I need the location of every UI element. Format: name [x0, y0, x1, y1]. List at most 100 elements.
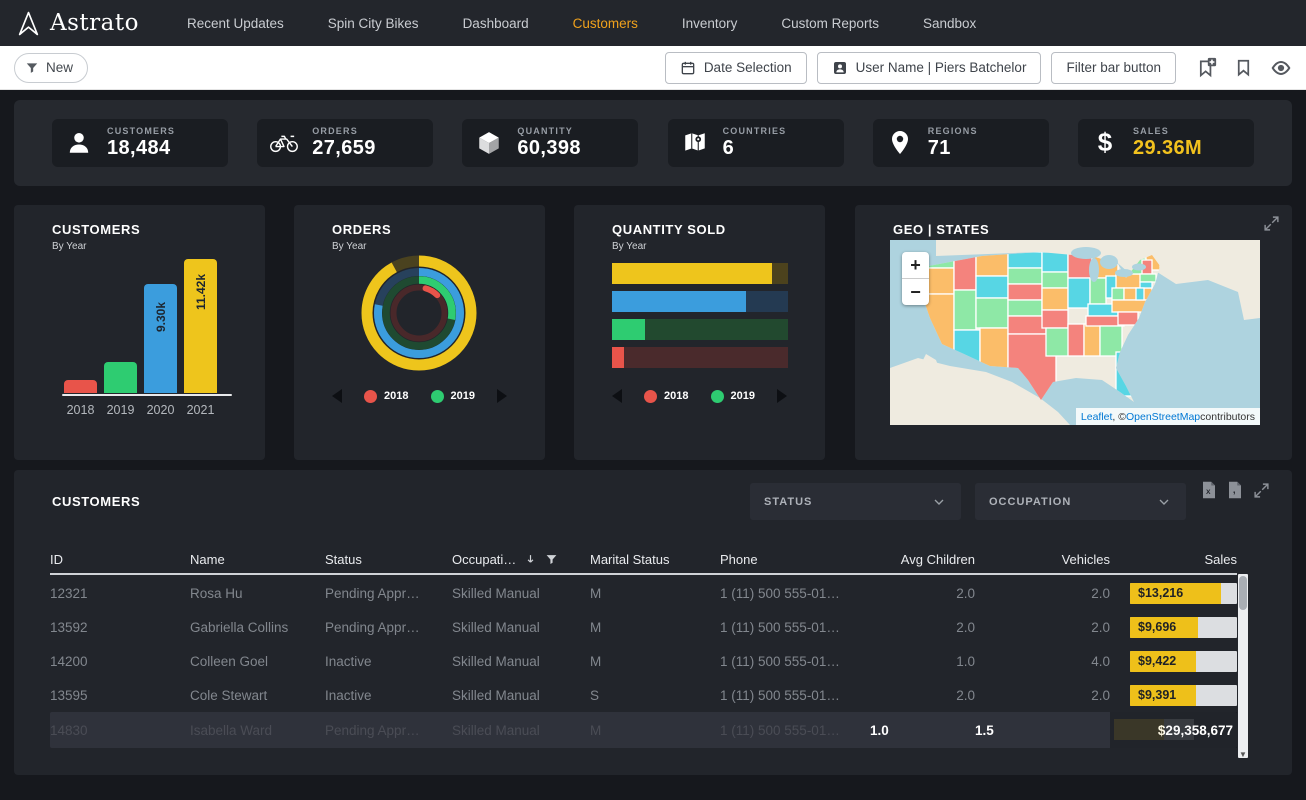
nav-item-customers[interactable]: Customers — [573, 16, 638, 31]
new-filter-button[interactable]: New — [14, 53, 88, 83]
sort-desc-icon[interactable] — [524, 553, 537, 566]
kpi-card-countries[interactable]: COUNTRIES6 — [668, 119, 844, 167]
brand[interactable]: Astrato — [16, 10, 139, 36]
cell-id: 13592 — [50, 620, 190, 635]
date-selection-label: Date Selection — [704, 60, 792, 75]
user-name-button[interactable]: User Name | Piers Batchelor — [817, 52, 1042, 84]
legend-item-2018[interactable]: 2018 — [644, 390, 688, 403]
dollar-icon: $ — [1090, 128, 1120, 158]
hbar-2021[interactable] — [612, 263, 788, 284]
leaflet-map[interactable]: + − Leaflet, © OpenStreetMap contributor… — [890, 240, 1260, 425]
table-scrollbar[interactable]: ▼ — [1238, 574, 1248, 758]
legend-dot — [364, 390, 377, 403]
column-header-marital-status[interactable]: Marital Status — [590, 552, 720, 567]
occupation-dropdown[interactable]: OCCUPATION — [975, 483, 1186, 520]
bar-2018[interactable] — [64, 380, 97, 393]
cell-avg-children: 2.0 — [870, 620, 975, 635]
column-header-label: Occupati… — [452, 552, 516, 567]
column-header-id[interactable]: ID — [50, 552, 190, 567]
legend-label: 2019 — [451, 390, 475, 402]
column-header-name[interactable]: Name — [190, 552, 325, 567]
bar-2020[interactable]: 9.30k — [144, 284, 177, 393]
kpi-card-regions[interactable]: REGIONS71 — [873, 119, 1049, 167]
bookmark-icon[interactable] — [1234, 58, 1253, 77]
filter-icon — [25, 61, 39, 75]
kpi-panel: CUSTOMERS18,484 ORDERS27,659 QUANTITY60,39… — [14, 100, 1292, 186]
nav-item-custom-reports[interactable]: Custom Reports — [781, 16, 879, 31]
legend-item-2018[interactable]: 2018 — [364, 390, 408, 403]
sales-value: $9,391 — [1138, 685, 1176, 706]
nav-item-spin-city-bikes[interactable]: Spin City Bikes — [328, 16, 419, 31]
new-filter-label: New — [46, 60, 73, 75]
kpi-card-sales[interactable]: $SALES29.36M — [1078, 119, 1254, 167]
cell-occupation: Skilled Manual — [452, 586, 590, 601]
zoom-out-button[interactable]: − — [902, 279, 929, 305]
cell-phone: 1 (11) 500 555-01… — [720, 586, 870, 601]
hbar-2020[interactable] — [612, 291, 788, 312]
cell-id: 13595 — [50, 688, 190, 703]
column-header-status[interactable]: Status — [325, 552, 452, 567]
hbar-2019[interactable] — [612, 319, 788, 340]
cell-occupation: Skilled Manual — [452, 620, 590, 635]
table-row[interactable]: 12321Rosa HuPending Appr…Skilled ManualM… — [50, 576, 1237, 610]
legend-item-2019[interactable]: 2019 — [711, 390, 755, 403]
legend-item-2019[interactable]: 2019 — [431, 390, 475, 403]
next-year-button[interactable] — [497, 389, 507, 403]
export-csv-icon[interactable]: , — [1227, 481, 1243, 499]
column-header-phone[interactable]: Phone — [720, 552, 870, 567]
nav-items: Recent Updates Spin City Bikes Dashboard Cu… — [187, 16, 976, 31]
export-excel-icon[interactable]: X — [1201, 481, 1217, 499]
kpi-card-customers[interactable]: CUSTOMERS18,484 — [52, 119, 228, 167]
bookmark-plus-icon[interactable] — [1196, 57, 1217, 78]
cell-vehicles: 2.0 — [975, 586, 1110, 601]
prev-year-button[interactable] — [332, 389, 342, 403]
zoom-in-button[interactable]: + — [902, 252, 929, 279]
bar-2021[interactable]: 11.42k — [184, 259, 217, 393]
hbar-fill-2021 — [612, 263, 772, 284]
geo-title: GEO | STATES — [893, 222, 989, 237]
expand-icon[interactable] — [1253, 482, 1270, 499]
cell-avg-children: 2.0 — [870, 586, 975, 601]
bar-2019[interactable] — [104, 362, 137, 393]
nav-item-dashboard[interactable]: Dashboard — [463, 16, 529, 31]
cell-phone: 1 (11) 500 555-01… — [720, 654, 870, 669]
kpi-value: 6 — [723, 137, 787, 160]
cell-status: Inactive — [325, 654, 452, 669]
scrollbar-thumb[interactable] — [1239, 576, 1247, 610]
filter-bar-label: Filter bar button — [1066, 60, 1161, 75]
bar-value-label: 11.42k — [194, 274, 208, 310]
nav-item-inventory[interactable]: Inventory — [682, 16, 738, 31]
orders-chart-panel: ORDERS By Year 20182019 — [294, 205, 545, 460]
column-header-avg-children[interactable]: Avg Children — [870, 552, 975, 567]
column-header-vehicles[interactable]: Vehicles — [975, 552, 1110, 567]
column-header-occupati-[interactable]: Occupati… — [452, 552, 590, 567]
kpi-card-orders[interactable]: ORDERS27,659 — [257, 119, 433, 167]
kpi-value: 18,484 — [107, 137, 175, 160]
osm-link[interactable]: OpenStreetMap — [1126, 411, 1200, 423]
prev-year-button[interactable] — [612, 389, 622, 403]
expand-icon[interactable] — [1263, 215, 1280, 232]
column-header-sales[interactable]: Sales — [1110, 552, 1237, 567]
kpi-card-quantity[interactable]: QUANTITY60,398 — [462, 119, 638, 167]
eye-icon[interactable] — [1270, 57, 1292, 79]
scrollbar-down-arrow[interactable]: ▼ — [1238, 750, 1248, 759]
leaflet-link[interactable]: Leaflet — [1081, 411, 1113, 423]
legend-dot — [711, 390, 724, 403]
next-year-button[interactable] — [777, 389, 787, 403]
svg-text:,: , — [1233, 485, 1236, 496]
cell-status: Pending Appr… — [325, 586, 452, 601]
table-row[interactable]: 13595Cole StewartInactiveSkilled ManualS… — [50, 678, 1237, 712]
filter-icon[interactable] — [545, 553, 558, 566]
kpi-label: COUNTRIES — [723, 126, 787, 136]
status-dropdown[interactable]: STATUS — [750, 483, 961, 520]
filter-bar-button[interactable]: Filter bar button — [1051, 52, 1176, 84]
nav-item-recent-updates[interactable]: Recent Updates — [187, 16, 284, 31]
hbar-2018[interactable] — [612, 347, 788, 368]
table-row[interactable]: 14200Colleen GoelInactiveSkilled ManualM… — [50, 644, 1237, 678]
cell-avg-children: 2.0 — [870, 688, 975, 703]
total-sales: $29,358,677 — [1110, 712, 1237, 748]
filter-toolbar: New Date Selection User Name | Piers Bat… — [0, 46, 1306, 90]
table-row[interactable]: 13592Gabriella CollinsPending Appr…Skill… — [50, 610, 1237, 644]
date-selection-button[interactable]: Date Selection — [665, 52, 807, 84]
nav-item-sandbox[interactable]: Sandbox — [923, 16, 976, 31]
